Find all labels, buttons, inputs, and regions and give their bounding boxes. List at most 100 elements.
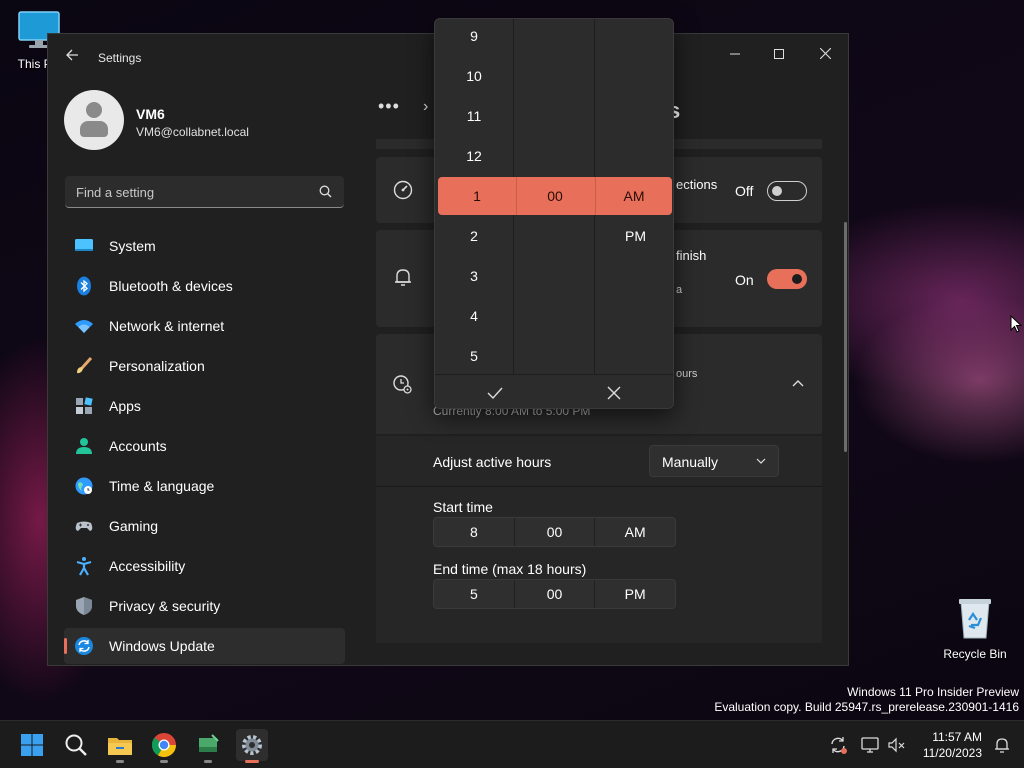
sidebar-item-apps[interactable]: Apps [64,388,345,424]
sidebar-item-windows-update[interactable]: Windows Update [64,628,345,664]
system-clock[interactable]: 11:57 AM 11/20/2023 [923,729,982,761]
end-time-label: End time (max 18 hours) [433,561,587,577]
hour-option[interactable]: 10 [435,56,513,96]
maximize-button[interactable] [764,42,794,66]
chevron-down-icon [756,458,766,464]
shield-icon [76,597,92,615]
content-scrollbar[interactable] [844,222,847,452]
dismiss-button[interactable] [555,375,673,408]
sync-icon[interactable] [828,735,848,755]
search-icon [65,734,87,756]
user-profile[interactable]: VM6 VM6@collabnet.local [64,90,344,150]
notify-subtext: a [676,284,683,296]
bluetooth-icon [77,276,91,296]
x-icon [607,386,621,400]
bell-icon [395,269,411,286]
settings-taskbar-button[interactable] [236,729,268,763]
selected-time-row[interactable]: 1 00 AM [438,177,672,215]
app-title: Settings [98,51,142,65]
start-minute[interactable]: 00 [515,518,596,546]
hour-option[interactable]: 5 [435,336,513,376]
adjust-active-hours-dropdown[interactable]: Manually [649,445,779,477]
start-button[interactable] [16,729,48,761]
desktop-icon-recycle-bin[interactable]: Recycle Bin [940,596,1010,661]
apps-icon [76,397,93,414]
app-icon [199,734,219,752]
sidebar-item-network[interactable]: Network & internet [64,308,345,344]
close-icon [819,47,831,60]
adjust-active-hours-label: Adjust active hours [433,454,552,470]
close-button[interactable] [810,42,840,66]
volume-muted-icon[interactable] [886,735,906,755]
time-picker-flyout: 9 10 11 12 2 3 4 5 PM 1 00 AM [434,18,674,409]
notification-bell-icon[interactable] [992,735,1012,755]
sidebar-item-bluetooth[interactable]: Bluetooth & devices [64,268,345,304]
avatar [64,90,124,150]
chrome-button[interactable] [148,729,180,763]
breadcrumb-separator: › [423,98,429,115]
recycle-bin-icon [959,599,991,639]
recycle-bin-label: Recycle Bin [943,647,1007,661]
metered-toggle[interactable] [767,181,807,201]
start-time-label: Start time [433,499,493,515]
end-hour[interactable]: 5 [434,580,515,608]
hour-option[interactable]: 12 [435,136,513,176]
flyout-footer [435,374,673,408]
update-icon [75,637,93,655]
watermark-line-1: Windows 11 Pro Insider Preview [847,685,1019,699]
app-button[interactable] [192,729,224,763]
maximize-icon [774,49,784,59]
end-minute[interactable]: 00 [515,580,596,608]
gear-icon [242,735,262,755]
search-placeholder: Find a setting [76,185,155,200]
file-explorer-button[interactable] [104,729,136,763]
divider [376,486,822,487]
breadcrumb-more-button[interactable]: ••• [378,96,400,117]
system-icon [75,239,93,251]
sidebar-item-accessibility[interactable]: Accessibility [64,548,345,584]
search-icon [319,185,332,198]
dropdown-value: Manually [662,454,719,470]
accessibility-icon [76,557,92,576]
notify-toggle[interactable] [767,269,807,289]
search-input[interactable]: Find a setting [65,176,344,208]
sidebar-item-accounts[interactable]: Accounts [64,428,345,464]
sidebar-item-system[interactable]: System [64,228,345,264]
accounts-icon [76,438,92,454]
hour-option[interactable]: 3 [435,256,513,296]
start-period[interactable]: AM [595,518,675,546]
selected-period: AM [623,188,645,204]
network-icon[interactable] [860,735,880,755]
sidebar-item-time-language[interactable]: Time & language [64,468,345,504]
minimize-button[interactable] [720,42,750,66]
start-hour[interactable]: 8 [434,518,515,546]
hour-option[interactable]: 4 [435,296,513,336]
gamepad-icon [75,521,93,531]
clock-date: 11/20/2023 [922,746,982,760]
search-taskbar-button[interactable] [60,729,92,761]
globe-icon [75,477,93,495]
metered-text: ections [676,177,718,192]
hour-option[interactable]: 11 [435,96,513,136]
hour-option[interactable]: 9 [435,19,513,56]
wifi-icon [75,320,93,333]
period-option-pm[interactable]: PM [596,216,673,256]
speedometer-icon [393,180,413,200]
profile-name: VM6 [136,106,165,122]
sidebar-item-privacy[interactable]: Privacy & security [64,588,345,624]
end-time-picker[interactable]: 5 00 PM [433,579,676,609]
hour-option[interactable]: 2 [435,216,513,256]
brush-icon [77,356,93,374]
windows-logo-icon [21,734,43,756]
sidebar-item-personalization[interactable]: Personalization [64,348,345,384]
end-period[interactable]: PM [595,580,675,608]
accept-button[interactable] [435,375,555,408]
metered-toggle-state: Off [735,183,754,199]
minimize-icon [730,53,740,55]
mouse-cursor [1010,315,1022,333]
start-time-picker[interactable]: 8 00 AM [433,517,676,547]
back-button[interactable] [62,48,82,68]
chevron-up-icon[interactable] [792,378,804,390]
sidebar-item-gaming[interactable]: Gaming [64,508,345,544]
clock-settings-icon [393,375,412,394]
